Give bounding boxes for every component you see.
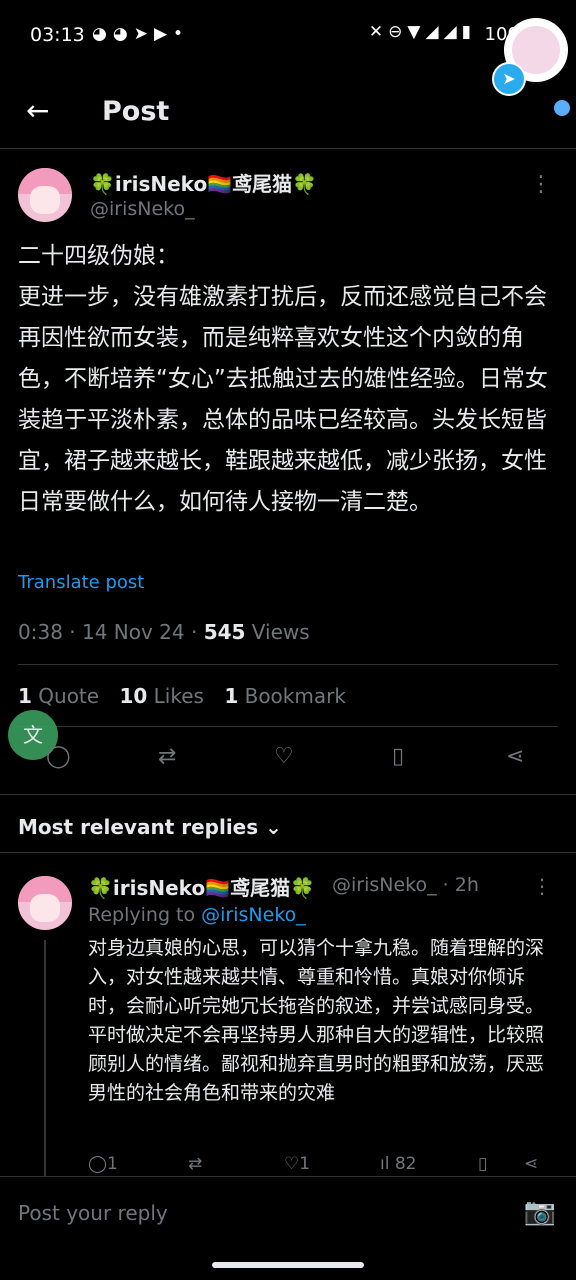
battery-icon: ▮ <box>461 22 476 42</box>
engagement-stats: 1 Quote 10 Likes 1 Bookmark <box>18 684 360 708</box>
like-count: 1 <box>299 1154 311 1174</box>
author-handle[interactable]: @irisNeko_ <box>90 198 195 220</box>
reply-reply-button[interactable]: ◯1 <box>88 1154 118 1174</box>
telegram-icon: ➤ <box>492 62 526 96</box>
quotes-count: 1 <box>18 684 32 708</box>
replies-sort-dropdown[interactable]: Most relevant replies ⌄ <box>18 815 282 839</box>
reply-handle-time: @irisNeko_ · 2h <box>332 874 479 896</box>
status-bar: 03:13 ◕◕➤▶• ✕⊖▼◢◢▮ 100% <box>0 0 576 72</box>
post-actions: ◯ ⇄ ♡ ▯ ⋖ <box>0 744 576 780</box>
likes-label: Likes <box>147 684 204 708</box>
status-time: 03:13 <box>30 24 85 46</box>
share-icon[interactable]: ⋖ <box>524 1154 538 1174</box>
views-count: 545 <box>203 620 246 644</box>
reply-avatar[interactable] <box>18 876 72 930</box>
dot-icon: • <box>173 24 190 44</box>
reply-count: 1 <box>107 1154 118 1174</box>
replying-prefix: Replying to <box>88 904 202 926</box>
signal-icon: ◢ <box>425 22 444 42</box>
back-arrow-icon[interactable]: ← <box>26 94 49 127</box>
divider <box>0 852 576 853</box>
notification-dot <box>554 100 570 116</box>
quotes-label: Quote <box>31 684 100 708</box>
reply-icon[interactable]: ◯ <box>46 744 71 769</box>
divider <box>0 794 576 795</box>
reply-bar: Post your reply 📷 <box>0 1176 576 1253</box>
like-icon[interactable]: ♡ <box>274 744 294 769</box>
discord-icon: ◕ <box>92 24 113 44</box>
thread-line <box>44 940 46 1178</box>
post-author: 🍀irisNeko🏳️‍🌈鸢尾猫🍀 @irisNeko_ ⋮ <box>18 168 568 228</box>
post-meta: 0:38 · 14 Nov 24 · 545 Views <box>18 620 310 644</box>
bookmark-icon[interactable]: ▯ <box>392 744 404 769</box>
replying-handle[interactable]: @irisNeko_ <box>201 904 306 926</box>
bookmarks-count: 1 <box>224 684 239 708</box>
system-icons: ✕⊖▼◢◢▮ <box>369 22 476 42</box>
top-app-bar: ← Post <box>0 80 576 149</box>
avatar-face <box>30 894 60 922</box>
page-title: Post <box>102 96 170 127</box>
reply-author-name[interactable]: 🍀irisNeko🏳️‍🌈鸢尾猫🍀 <box>88 872 315 901</box>
quotes-stat[interactable]: 1 Quote <box>18 684 99 708</box>
discord-icon: ◕ <box>112 24 134 44</box>
camera-icon[interactable]: 📷 <box>524 1197 556 1227</box>
replies-sort-label: Most relevant replies <box>18 815 259 839</box>
replying-to: Replying to @irisNeko_ <box>88 904 306 926</box>
gesture-home-bar[interactable] <box>212 1262 364 1268</box>
bookmarks-stat[interactable]: 1 Bookmark <box>224 684 346 708</box>
translate-post-link[interactable]: Translate post <box>18 572 144 593</box>
repost-icon[interactable]: ⇄ <box>158 744 176 769</box>
telegram-icon: ➤ <box>133 24 154 44</box>
dnd-icon: ⊖ <box>388 22 408 42</box>
divider <box>18 664 558 665</box>
views-count: 82 <box>394 1154 417 1174</box>
likes-count: 10 <box>119 684 148 708</box>
bookmark-icon[interactable]: ▯ <box>478 1154 487 1174</box>
chevron-down-icon: ⌄ <box>265 815 282 839</box>
divider <box>18 726 558 727</box>
youtube-icon: ▶ <box>153 24 174 44</box>
post-timestamp: 0:38 · 14 Nov 24 · <box>18 620 204 644</box>
views-label: Views <box>245 620 310 644</box>
author-name[interactable]: 🍀irisNeko🏳️‍🌈鸢尾猫🍀 <box>90 168 317 197</box>
reply-repost-icon[interactable]: ⇄ <box>188 1154 202 1174</box>
reply-input[interactable]: Post your reply <box>18 1201 168 1225</box>
more-options-icon[interactable]: ⋮ <box>532 874 552 898</box>
like-icon: ♡ <box>284 1154 300 1174</box>
post-text: 二十四级伪娘： 更进一步，没有雄激素打扰后，反而还感觉自己不会再因性欲而女装，而… <box>18 243 548 515</box>
bookmarks-label: Bookmark <box>238 684 346 708</box>
share-icon[interactable]: ⋖ <box>506 744 524 769</box>
avatar[interactable] <box>18 168 72 222</box>
signal-icon: ◢ <box>443 22 462 42</box>
views-icon: ıl <box>380 1154 395 1174</box>
wifi-icon: ▼ <box>407 22 426 42</box>
mute-icon: ✕ <box>368 22 389 42</box>
likes-stat[interactable]: 10 Likes <box>119 684 204 708</box>
avatar-face <box>30 186 60 214</box>
reply-views-button[interactable]: ıl 82 <box>380 1154 417 1174</box>
reply-icon: ◯ <box>88 1154 108 1174</box>
reply-text: 对身边真娘的心思，可以猜个十拿九稳。随着理解的深入，对女性越来越共情、尊重和怜惜… <box>88 937 545 1104</box>
more-options-icon[interactable]: ⋮ <box>530 172 552 197</box>
notification-icons: ◕◕➤▶• <box>92 24 189 44</box>
reply-like-button[interactable]: ♡1 <box>284 1154 310 1174</box>
